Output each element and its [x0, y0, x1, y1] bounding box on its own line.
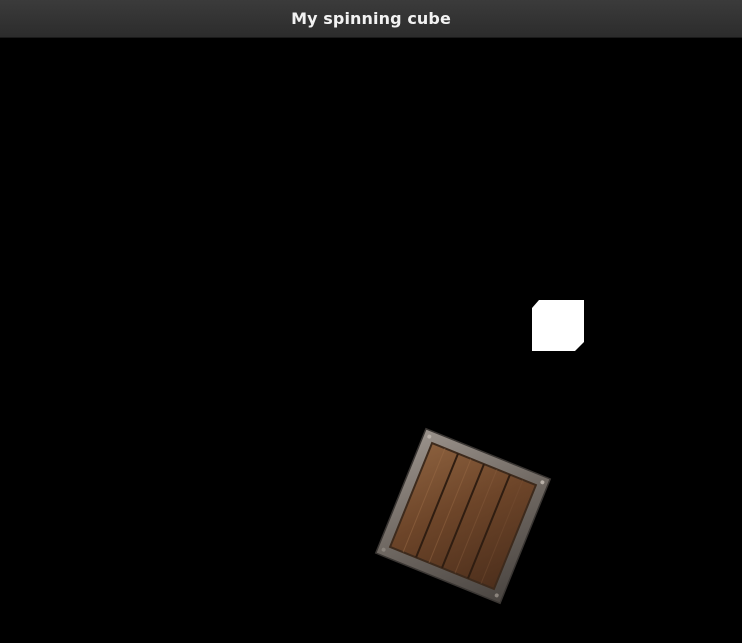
- wooden-crate: [374, 427, 552, 605]
- window-titlebar[interactable]: My spinning cube: [0, 0, 742, 38]
- render-viewport[interactable]: [0, 38, 742, 643]
- app-window: My spinning cube: [0, 0, 742, 643]
- light-cube: [532, 300, 584, 351]
- window-title: My spinning cube: [291, 9, 451, 28]
- scene-canvas: [374, 300, 584, 605]
